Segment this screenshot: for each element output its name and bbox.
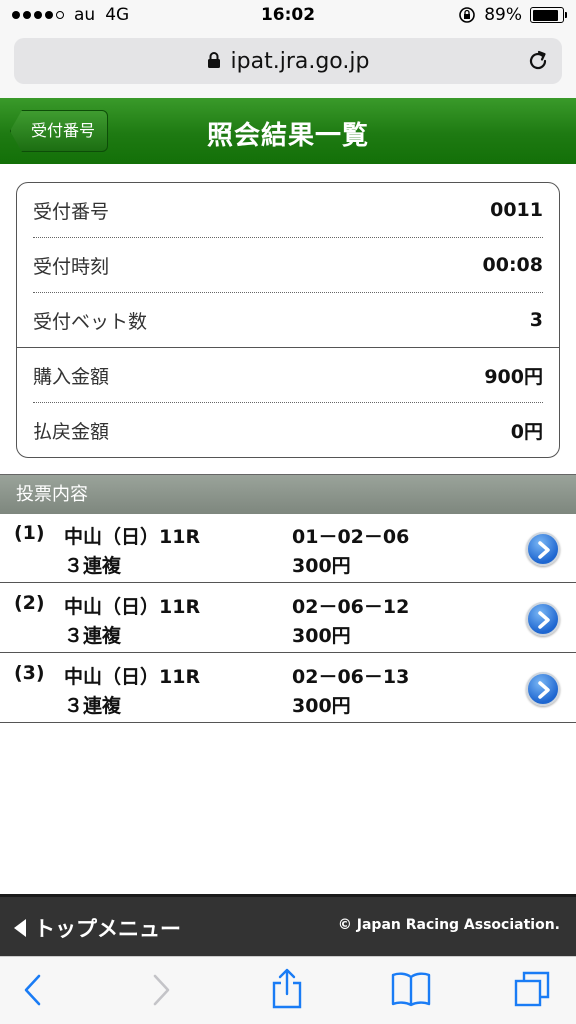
summary-value: 3 (529, 309, 543, 331)
summary-row-payout-amount: 払戻金額 0円 (33, 403, 543, 457)
forward-arrow-icon[interactable] (150, 973, 172, 1007)
ticket-race: 中山（日）11R (64, 596, 201, 618)
ticket-amount: 300円 (292, 555, 351, 577)
top-menu-link[interactable]: トップメニュー (14, 913, 181, 943)
ticket-bet-type: ３連複 (64, 625, 122, 647)
ticket-number: (2) (14, 592, 45, 614)
section-header: 投票内容 (0, 474, 576, 514)
browser-address-area: ipat.jra.go.jp (0, 32, 576, 98)
summary-value: 0011 (490, 199, 543, 221)
ticket-number: (1) (14, 522, 45, 544)
triangle-left-icon (14, 919, 26, 937)
top-menu-label: トップメニュー (34, 917, 181, 941)
ticket-race: 中山（日）11R (64, 526, 201, 548)
tabs-icon[interactable] (512, 969, 552, 1009)
battery-icon (530, 7, 567, 23)
app-header: 受付番号 照会結果一覧 (0, 98, 576, 164)
copyright: © Japan Racing Association. (337, 917, 560, 933)
ticket-amount: 300円 (292, 695, 351, 717)
address-bar[interactable]: ipat.jra.go.jp (14, 38, 562, 84)
browser-toolbar (0, 956, 576, 1024)
chevron-right-icon[interactable] (526, 532, 560, 566)
ticket-row[interactable]: (2) 中山（日）11R ３連複 02－06－12 300円 (0, 584, 576, 653)
summary-row-receipt-time: 受付時刻 00:08 (33, 238, 543, 292)
ticket-row[interactable]: (3) 中山（日）11R ３連複 02－06－13 300円 (0, 654, 576, 723)
page-title: 照会結果一覧 (206, 121, 369, 151)
summary-card: 受付番号 0011 受付時刻 00:08 受付ベット数 3 購入金額 900円 … (16, 182, 560, 458)
summary-row-bet-count: 受付ベット数 3 (33, 293, 543, 347)
bookmarks-icon[interactable] (390, 971, 432, 1007)
summary-label: 払戻金額 (33, 420, 110, 443)
battery-percent: 89% (484, 5, 522, 25)
ticket-combination: 02－06－12 (292, 596, 410, 618)
ticket-combination: 02－06－13 (292, 666, 410, 688)
back-arrow-icon[interactable] (22, 973, 44, 1007)
ticket-number: (3) (14, 662, 45, 684)
ticket-amount: 300円 (292, 625, 351, 647)
share-icon[interactable] (270, 967, 304, 1009)
lock-icon (207, 52, 220, 68)
chevron-right-icon[interactable] (526, 672, 560, 706)
ticket-bet-type: ３連複 (64, 695, 122, 717)
summary-row-receipt-number: 受付番号 0011 (33, 183, 543, 237)
ticket-combination: 01－02－06 (292, 526, 410, 548)
summary-value: 00:08 (482, 254, 543, 276)
ticket-row[interactable]: (1) 中山（日）11R ３連複 01－02－06 300円 (0, 514, 576, 583)
chevron-right-icon[interactable] (526, 602, 560, 636)
page-footer: トップメニュー © Japan Racing Association. (0, 894, 576, 956)
summary-value: 0円 (510, 420, 543, 443)
ticket-bet-type: ３連複 (64, 555, 122, 577)
summary-value: 900円 (484, 365, 543, 388)
status-right: 89% (458, 5, 567, 25)
summary-label: 受付時刻 (33, 255, 110, 278)
summary-label: 受付ベット数 (33, 310, 148, 333)
url-text: ipat.jra.go.jp (230, 49, 370, 74)
summary-label: 購入金額 (33, 365, 110, 388)
ticket-race: 中山（日）11R (64, 666, 201, 688)
status-bar: au 4G 16:02 89% (0, 0, 576, 32)
rotation-lock-icon (459, 7, 476, 23)
reload-icon[interactable] (526, 49, 550, 73)
summary-row-purchase-amount: 購入金額 900円 (33, 348, 543, 402)
summary-label: 受付番号 (33, 200, 110, 223)
